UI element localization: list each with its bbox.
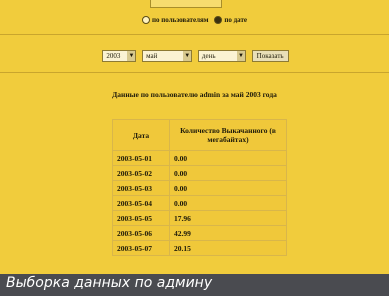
cell-date: 2003-05-05 [112,210,170,226]
radio-by-date[interactable] [214,16,223,25]
table-row: 2003-05-05 17.96 [112,210,287,226]
radio-by-user-label: по пользователям [151,16,209,24]
cell-date: 2003-05-04 [112,195,170,211]
month-select-value: май [146,52,158,60]
filter-controls: 2003 ▼ май ▼ день ▼ Показать [0,50,389,62]
top-input-partial[interactable] [150,0,222,8]
cell-date: 2003-05-01 [112,150,170,166]
column-header-amount: Количество Выкачанного (в мегабайтах) [169,119,287,151]
divider [0,34,389,35]
radio-by-date-label: по дате [224,16,248,24]
cell-amount: 17.96 [169,210,287,226]
cell-amount: 42.99 [169,225,287,241]
month-select[interactable]: май ▼ [142,50,193,62]
report-heading: Данные по пользователю admin за май 2003… [112,90,277,99]
view-mode-selector: по пользователям по дате [0,16,389,25]
caption-bar: Выборка данных по админу [0,274,389,296]
chevron-down-icon: ▼ [183,51,192,61]
radio-by-user[interactable] [141,16,150,25]
table-row: 2003-05-06 42.99 [112,225,287,241]
table-header-row: Дата Количество Выкачанного (в мегабайта… [112,119,287,151]
table-row: 2003-05-02 0.00 [112,165,287,181]
cell-date: 2003-05-07 [112,240,170,256]
cell-amount: 0.00 [169,165,287,181]
page: по пользователям по дате 2003 ▼ май ▼ день… [0,0,389,296]
chevron-down-icon: ▼ [127,51,136,61]
cell-date: 2003-05-06 [112,225,170,241]
table-row: 2003-05-04 0.00 [112,195,287,211]
cell-amount: 0.00 [169,195,287,211]
column-header-date: Дата [112,119,170,151]
year-select[interactable]: 2003 ▼ [102,50,137,62]
chevron-down-icon: ▼ [236,51,245,61]
table-row: 2003-05-03 0.00 [112,180,287,196]
table-row: 2003-05-01 0.00 [112,150,287,166]
period-select[interactable]: день ▼ [197,50,246,62]
table-row: 2003-05-07 20.15 [112,240,287,256]
cell-amount: 0.00 [169,180,287,196]
cell-amount: 0.00 [169,150,287,166]
divider [0,72,389,73]
year-select-value: 2003 [106,52,121,60]
cell-amount: 20.15 [169,240,287,256]
cell-date: 2003-05-02 [112,165,170,181]
data-table: Дата Количество Выкачанного (в мегабайта… [112,119,287,256]
period-select-value: день [201,52,216,60]
caption-text: Выборка данных по админу [6,275,213,291]
cell-date: 2003-05-03 [112,180,170,196]
show-button[interactable]: Показать [251,50,289,62]
